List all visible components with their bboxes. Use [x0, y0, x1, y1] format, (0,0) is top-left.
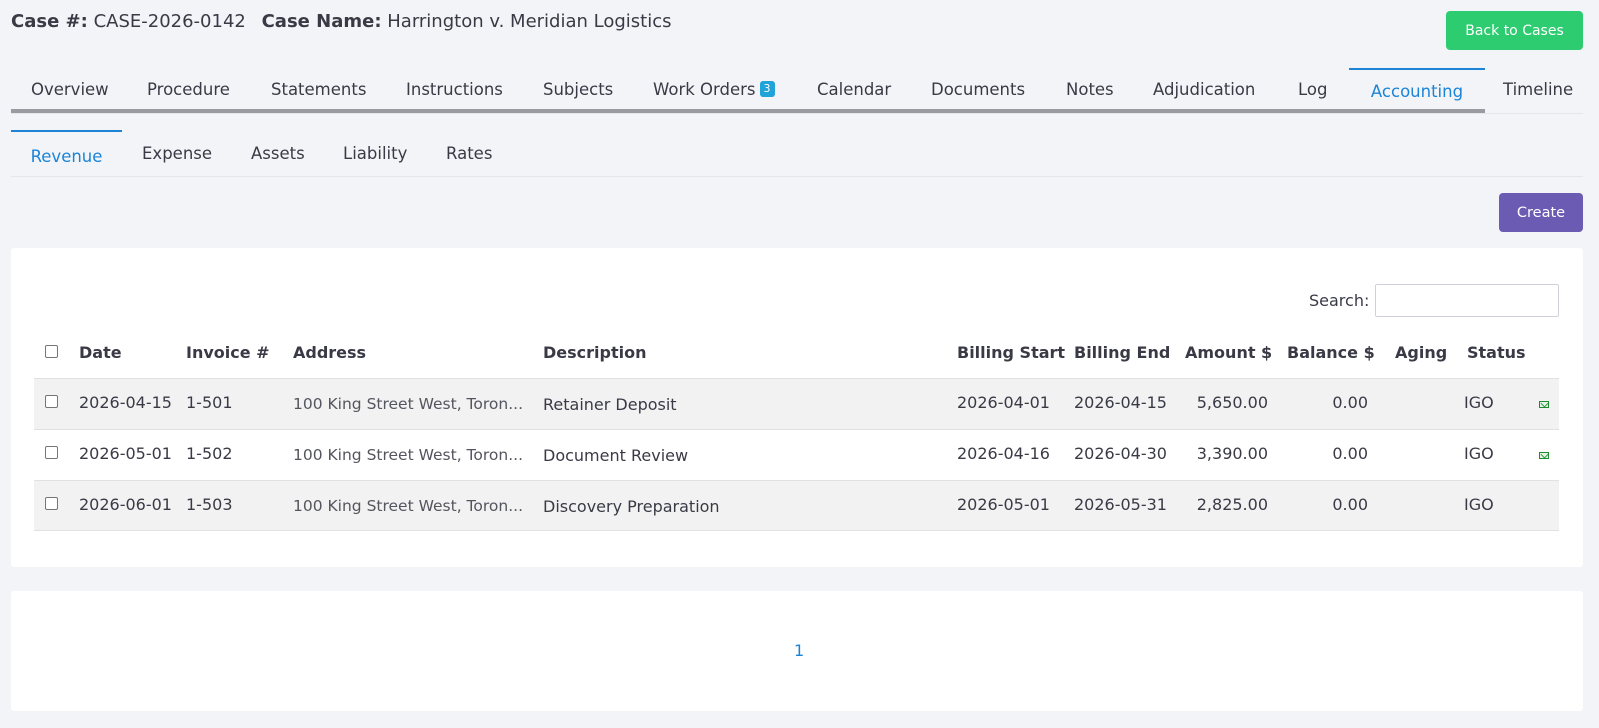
cell-billing-end: 2026-05-31	[1074, 495, 1167, 514]
mail-icon[interactable]	[1539, 452, 1549, 459]
tab-work-orders[interactable]: Work Orders 3	[653, 69, 775, 109]
cell-balance: 0.00	[1332, 393, 1368, 412]
col-header-balance[interactable]: Balance $	[1287, 343, 1375, 362]
work-orders-count-badge: 3	[759, 81, 775, 97]
row-checkbox[interactable]	[45, 497, 58, 510]
cell-invoice: 1-502	[186, 444, 233, 463]
mail-icon[interactable]	[1539, 401, 1549, 408]
case-name: Harrington v. Meridian Logistics	[387, 11, 672, 32]
col-header-amount[interactable]: Amount $	[1185, 343, 1272, 362]
cell-billing-start: 2026-04-16	[957, 444, 1050, 463]
cell-invoice: 1-503	[186, 495, 233, 514]
col-header-billing-start[interactable]: Billing Start	[957, 343, 1065, 362]
cell-description: Retainer Deposit	[543, 395, 677, 414]
tab-log[interactable]: Log	[1298, 69, 1327, 109]
cell-address: 100 King Street West, Toron...	[293, 446, 523, 464]
col-header-address[interactable]: Address	[293, 343, 366, 362]
col-header-invoice[interactable]: Invoice #	[186, 343, 270, 362]
tab-timeline[interactable]: Timeline	[1503, 69, 1573, 109]
cell-amount: 2,825.00	[1196, 495, 1268, 514]
back-to-cases-button[interactable]: Back to Cases	[1446, 11, 1583, 50]
cell-status: IGO	[1464, 444, 1494, 463]
row-checkbox[interactable]	[45, 395, 58, 408]
create-button[interactable]: Create	[1499, 193, 1583, 232]
tab-overview[interactable]: Overview	[31, 69, 109, 109]
accounting-subtabs: Revenue Expense Assets Liability Rates	[11, 130, 1583, 177]
tab-procedure[interactable]: Procedure	[147, 69, 230, 109]
subtab-liability[interactable]: Liability	[343, 130, 407, 176]
tab-notes[interactable]: Notes	[1066, 69, 1114, 109]
tab-adjudication[interactable]: Adjudication	[1153, 69, 1255, 109]
tab-statements[interactable]: Statements	[271, 69, 366, 109]
subtab-revenue[interactable]: Revenue	[11, 130, 122, 176]
cell-balance: 0.00	[1332, 495, 1368, 514]
main-tabs: Overview Procedure Statements Instructio…	[11, 68, 1583, 114]
cell-address: 100 King Street West, Toron...	[293, 497, 523, 515]
row-checkbox[interactable]	[45, 446, 58, 459]
col-header-date[interactable]: Date	[79, 343, 122, 362]
cell-status: IGO	[1464, 495, 1494, 514]
tab-documents[interactable]: Documents	[931, 69, 1025, 109]
cell-description: Discovery Preparation	[543, 497, 720, 516]
tab-instructions[interactable]: Instructions	[406, 69, 503, 109]
cell-billing-end: 2026-04-30	[1074, 444, 1167, 463]
tabs-underline	[11, 109, 1485, 113]
col-header-aging[interactable]: Aging	[1395, 343, 1447, 362]
search-label: Search:	[1309, 291, 1370, 310]
cell-date: 2026-05-01	[79, 444, 172, 463]
case-number-label: Case #:	[11, 11, 88, 32]
cell-amount: 3,390.00	[1196, 444, 1268, 463]
cell-balance: 0.00	[1332, 444, 1368, 463]
table-bottom-border	[34, 530, 1559, 531]
cell-date: 2026-04-15	[79, 393, 172, 412]
tab-subjects[interactable]: Subjects	[543, 69, 613, 109]
subtab-assets[interactable]: Assets	[251, 130, 305, 176]
col-header-billing-end[interactable]: Billing End	[1074, 343, 1170, 362]
cell-invoice: 1-501	[186, 393, 233, 412]
col-header-status[interactable]: Status	[1467, 343, 1526, 362]
select-all-checkbox[interactable]	[45, 345, 58, 358]
cell-status: IGO	[1464, 393, 1494, 412]
cell-description: Document Review	[543, 446, 689, 465]
cell-amount: 5,650.00	[1196, 393, 1268, 412]
subtab-rates[interactable]: Rates	[446, 130, 492, 176]
case-name-label: Case Name:	[261, 11, 382, 32]
search-input[interactable]	[1375, 284, 1559, 317]
cell-billing-start: 2026-04-01	[957, 393, 1050, 412]
page-number-link[interactable]: 1	[794, 641, 804, 660]
case-header: Case #: CASE-2026-0142 Case Name: Harrin…	[11, 11, 682, 32]
cell-address: 100 King Street West, Toron...	[293, 395, 523, 413]
cell-date: 2026-06-01	[79, 495, 172, 514]
tab-calendar[interactable]: Calendar	[817, 69, 891, 109]
col-header-description[interactable]: Description	[543, 343, 646, 362]
cell-billing-end: 2026-04-15	[1074, 393, 1167, 412]
tab-accounting[interactable]: Accounting	[1349, 68, 1485, 108]
subtab-expense[interactable]: Expense	[142, 130, 212, 176]
case-number: CASE-2026-0142	[93, 11, 246, 32]
cell-billing-start: 2026-05-01	[957, 495, 1050, 514]
